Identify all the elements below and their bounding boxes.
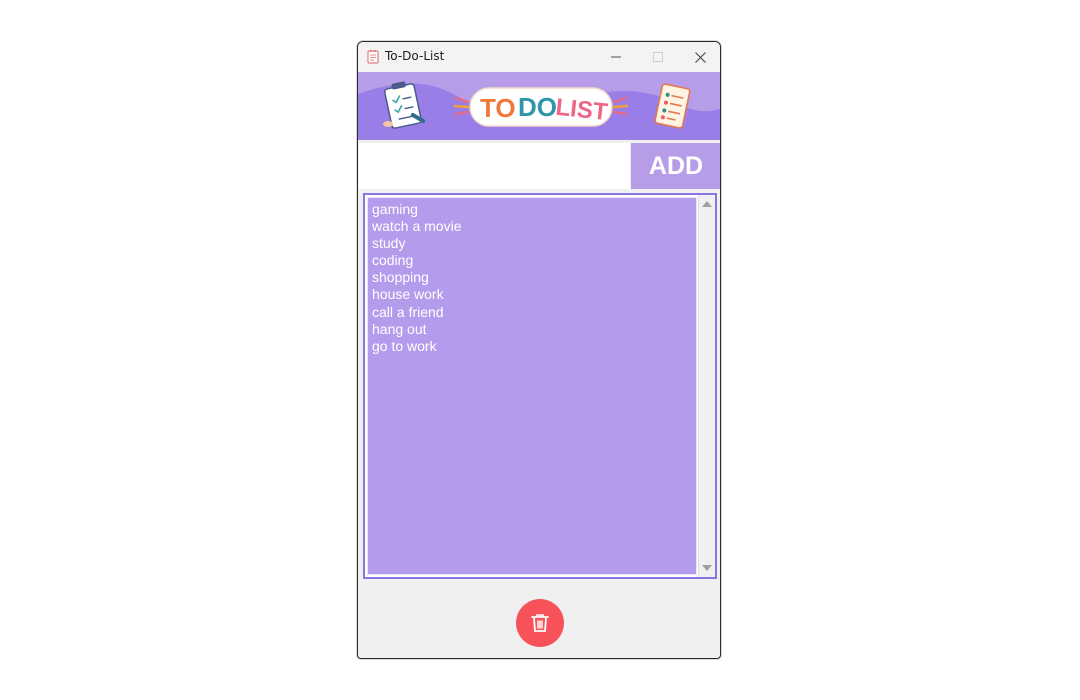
close-button[interactable] [680, 42, 720, 72]
list-item[interactable]: coding [372, 252, 696, 269]
banner-title: TO DO LIST [453, 87, 629, 127]
scroll-up-icon[interactable] [702, 201, 712, 207]
banner-title-list: LIST [554, 94, 609, 126]
add-button[interactable]: ADD [631, 143, 720, 189]
banner-graphic: TO DO LIST [358, 72, 720, 140]
maximize-icon [653, 52, 663, 62]
list-item[interactable]: go to work [372, 338, 696, 355]
trash-icon [531, 614, 549, 632]
list-item[interactable]: shopping [372, 269, 696, 286]
list-item[interactable]: study [372, 235, 696, 252]
banner-title-do: DO [518, 92, 557, 122]
app-window: To-Do-List TO DO LIST ADD gaming watch a… [357, 41, 721, 659]
add-task-row: ADD [358, 143, 720, 189]
list-item[interactable]: gaming [372, 201, 696, 218]
title-bar[interactable]: To-Do-List [358, 42, 720, 72]
header-banner: TO DO LIST [358, 72, 720, 140]
task-list-frame: gaming watch a movie study coding shoppi… [363, 193, 717, 579]
window-title: To-Do-List [385, 49, 445, 63]
minimize-button[interactable] [596, 42, 636, 72]
delete-button[interactable] [516, 599, 564, 647]
minimize-icon [611, 56, 621, 58]
list-scrollbar[interactable] [698, 195, 715, 577]
close-icon [694, 51, 706, 63]
list-item[interactable]: call a friend [372, 304, 696, 321]
list-item[interactable]: house work [372, 286, 696, 303]
banner-title-to: TO [480, 93, 516, 123]
list-item[interactable]: hang out [372, 321, 696, 338]
task-listbox[interactable]: gaming watch a movie study coding shoppi… [367, 197, 697, 575]
list-item[interactable]: watch a movie [372, 218, 696, 235]
maximize-button[interactable] [638, 42, 678, 72]
notepad-icon [367, 50, 379, 64]
task-input[interactable] [359, 143, 630, 189]
scroll-down-icon[interactable] [702, 565, 712, 571]
